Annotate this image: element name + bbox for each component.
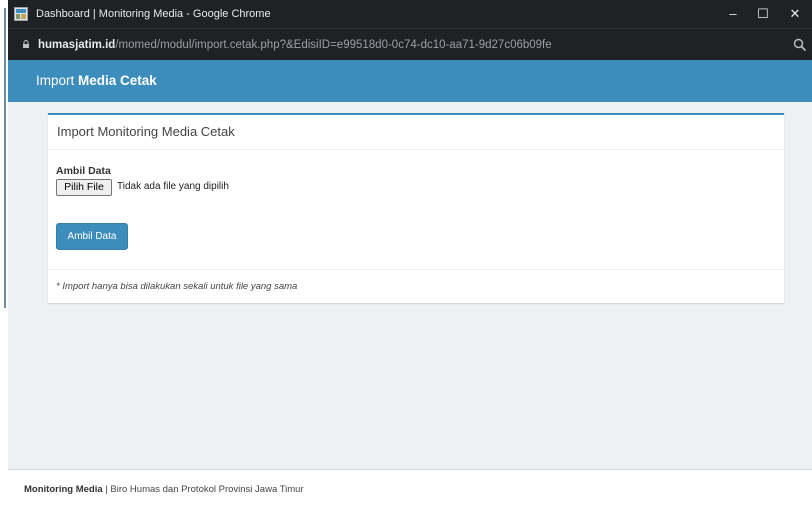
window-title: Dashboard | Monitoring Media - Google Ch… — [36, 8, 271, 20]
page-header: Import Media Cetak — [8, 60, 812, 102]
minimize-button[interactable]: – — [722, 3, 744, 25]
page-title-bold: Media Cetak — [78, 73, 157, 88]
title-bar: Dashboard | Monitoring Media - Google Ch… — [8, 0, 812, 28]
lock-icon — [23, 40, 29, 48]
url-text[interactable]: humasjatim.id/momed/modul/import.cetak.p… — [38, 38, 552, 52]
import-note: * Import hanya bisa dilakukan sekali unt… — [56, 281, 298, 292]
background-window-edge — [0, 0, 8, 507]
page-title: Import Media Cetak — [36, 73, 157, 89]
browser-window: Dashboard | Monitoring Media - Google Ch… — [8, 0, 812, 507]
panel-footer-divider — [48, 269, 784, 270]
zoom-icon[interactable] — [792, 37, 808, 53]
import-panel: Import Monitoring Media Cetak Ambil Data… — [48, 113, 784, 303]
page-footer: Monitoring Media | Biro Humas dan Protok… — [8, 469, 812, 507]
panel-title: Import Monitoring Media Cetak — [57, 124, 235, 139]
submit-button[interactable]: Ambil Data — [56, 223, 128, 250]
app-favicon-icon — [14, 7, 28, 21]
url-path: /momed/modul/import.cetak.php?&EdisiID=e… — [115, 39, 552, 51]
file-status: Tidak ada file yang dipilih — [117, 181, 229, 192]
footer-org: | Biro Humas dan Protokol Provinsi Jawa … — [102, 484, 304, 495]
close-window-button[interactable]: ✕ — [784, 3, 806, 25]
address-bar[interactable]: humasjatim.id/momed/modul/import.cetak.p… — [8, 28, 812, 60]
field-label: Ambil Data — [56, 165, 111, 177]
url-host: humasjatim.id — [38, 39, 116, 51]
footer-text: Monitoring Media | Biro Humas dan Protok… — [24, 484, 304, 496]
panel-divider — [48, 149, 784, 150]
maximize-button[interactable]: ☐ — [752, 3, 774, 25]
footer-brand: Monitoring Media — [24, 484, 103, 495]
page-title-prefix: Import — [36, 73, 79, 88]
choose-file-button[interactable]: Pilih File — [56, 179, 112, 196]
